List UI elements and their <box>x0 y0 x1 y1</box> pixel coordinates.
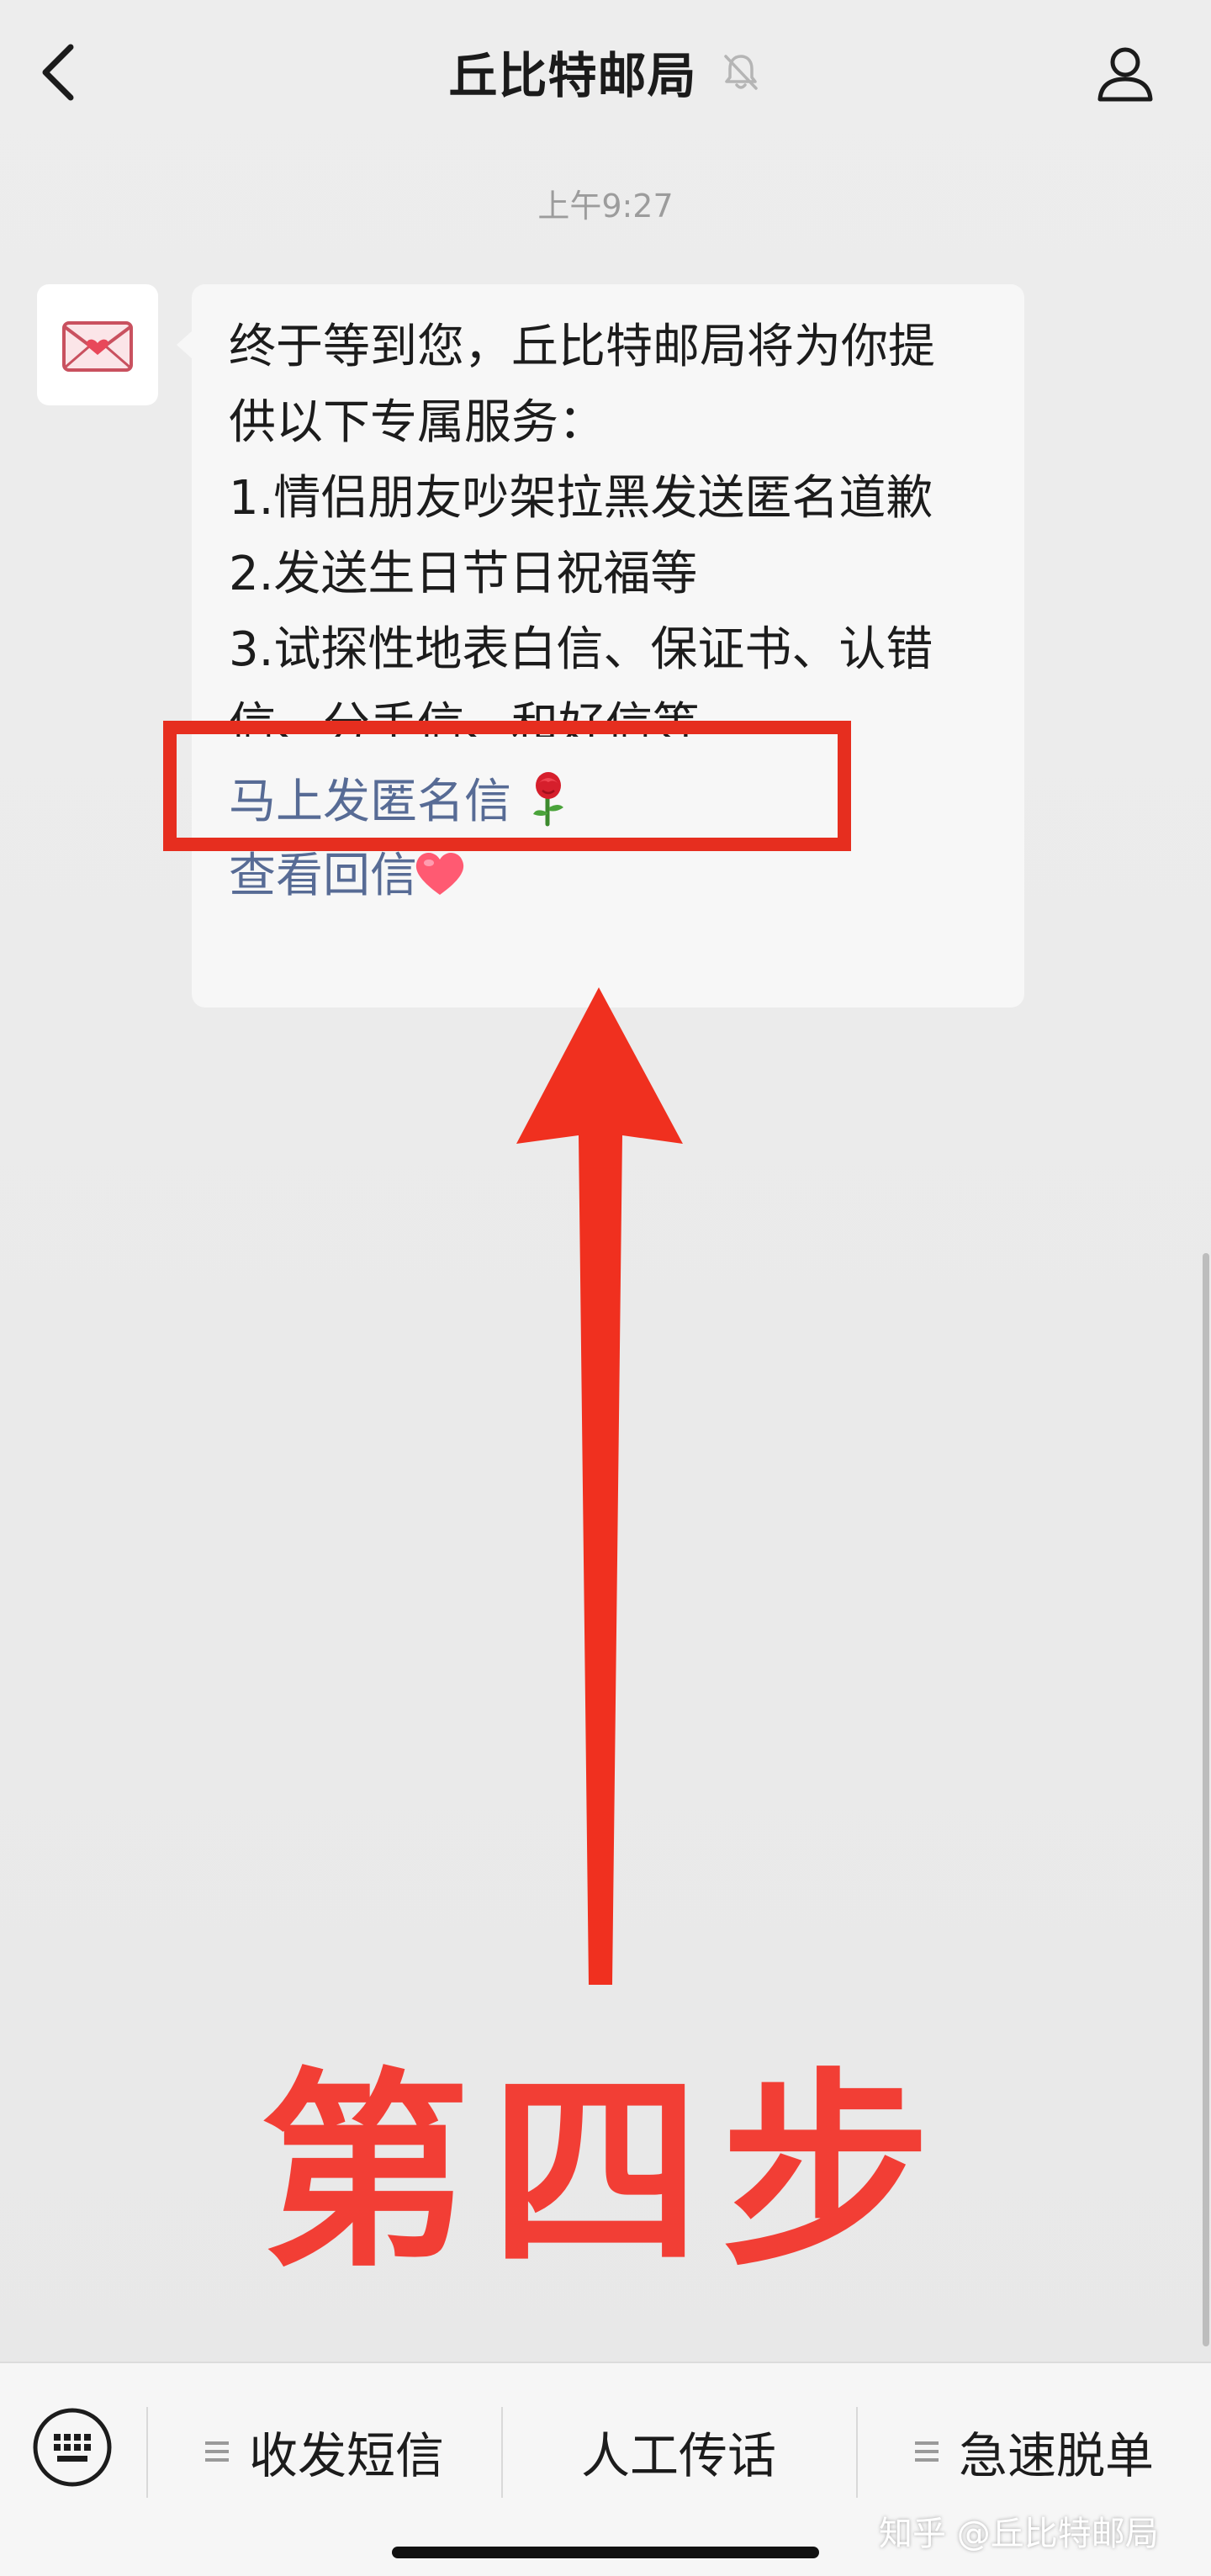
menu-item-human-relay[interactable]: 人工传话 <box>503 2405 854 2498</box>
watermark: 知乎 @丘比特邮局 <box>879 2515 1159 2553</box>
message-timestamp: 上午9:27 <box>537 188 674 225</box>
mute-bell-icon <box>723 55 758 90</box>
keyboard-icon <box>33 2408 112 2487</box>
menu-item-send-receive-sms[interactable]: 收发短信 <box>148 2405 500 2498</box>
step-label: 第四步 <box>260 2050 951 2295</box>
chat-screen: 丘比特邮局 上午9:27 终于等到您，丘比特邮局将为你提 供以下专属服务： 1.… <box>0 0 1211 2576</box>
menu-item-label: 收发短信 <box>248 2427 444 2484</box>
message-line: 3.试探性地表白信、保证书、认错 <box>229 622 933 677</box>
title-wrap: 丘比特邮局 <box>0 34 1211 109</box>
menu-item-label: 人工传话 <box>580 2427 776 2484</box>
highlight-box <box>163 721 851 851</box>
heart-icon <box>415 852 464 895</box>
user-icon <box>1097 47 1153 102</box>
bubble-tail <box>177 330 193 360</box>
home-indicator[interactable] <box>392 2547 819 2558</box>
message-line: 供以下专属服务： <box>229 395 606 450</box>
menu-lines-icon <box>914 2441 939 2462</box>
love-letter-icon <box>62 321 133 372</box>
message-line: 2.发送生日节日祝福等 <box>229 547 698 601</box>
message-text: 终于等到您，丘比特邮局将为你提 供以下专属服务： 1.情侣朋友吵架拉黑发送匿名道… <box>229 309 1002 737</box>
message-line: 终于等到您，丘比特邮局将为你提 <box>229 320 935 374</box>
chat-header: 丘比特邮局 <box>0 0 1211 148</box>
arrow-up-icon <box>516 987 683 1985</box>
avatar[interactable] <box>37 284 158 405</box>
menu-item-label: 急速脱单 <box>958 2427 1154 2484</box>
profile-button[interactable] <box>1093 42 1157 106</box>
menu-item-quick-match[interactable]: 急速脱单 <box>858 2405 1209 2498</box>
menu-lines-icon <box>204 2441 229 2462</box>
page-title: 丘比特邮局 <box>448 47 697 104</box>
scrollbar[interactable] <box>1203 1253 1209 2346</box>
message-line: 1.情侣朋友吵架拉黑发送匿名道歉 <box>229 471 933 526</box>
keyboard-toggle-button[interactable] <box>30 2405 114 2489</box>
